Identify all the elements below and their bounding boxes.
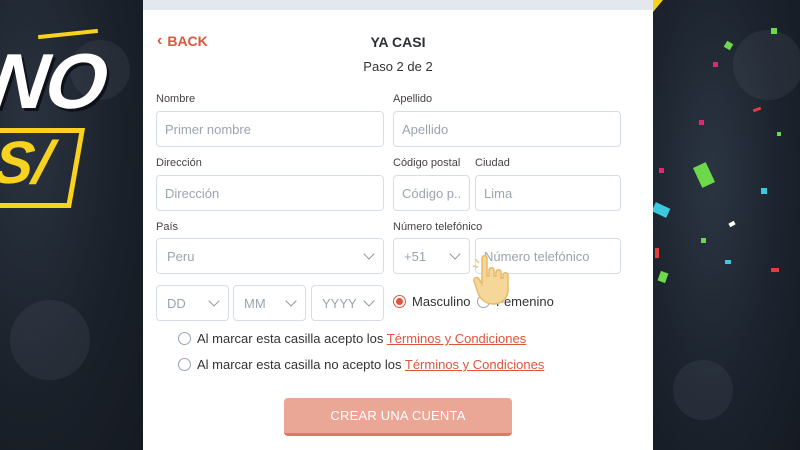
gender-male-label: Masculino	[412, 294, 471, 309]
last-name-field[interactable]	[393, 111, 621, 147]
address-field[interactable]	[156, 175, 384, 211]
postal-code-label: Código postal	[393, 157, 461, 169]
chevron-down-icon	[449, 248, 461, 260]
dob-day-value: DD	[167, 295, 186, 311]
gender-male-option[interactable]: Masculino	[393, 294, 471, 309]
create-account-button[interactable]: CREAR UNA CUENTA	[284, 398, 512, 436]
city-field[interactable]	[475, 175, 621, 211]
promo-text-bottom: S/	[0, 129, 56, 196]
terms-accept-link[interactable]: Términos y Condiciones	[387, 331, 526, 346]
chevron-down-icon	[208, 295, 220, 307]
hand-pointer-icon	[472, 254, 509, 305]
last-name-input[interactable]	[402, 121, 612, 137]
confetti-piece	[713, 62, 718, 67]
chevron-down-icon	[363, 248, 375, 260]
first-name-input[interactable]	[165, 121, 375, 137]
confetti-piece	[659, 168, 664, 173]
confetti-piece	[653, 202, 671, 218]
dob-year-value: YYYY	[322, 295, 357, 311]
terms-reject-prefix: Al marcar esta casilla no acepto los	[197, 357, 405, 372]
background-right-confetti	[653, 0, 800, 450]
phone-label: Número telefónico	[393, 221, 483, 233]
terms-reject-text: Al marcar esta casilla no acepto los Tér…	[197, 357, 544, 372]
radio-unselected-icon[interactable]	[178, 332, 191, 345]
confetti-piece	[699, 120, 704, 125]
address-label: Dirección	[156, 157, 202, 169]
chevron-down-icon	[285, 295, 297, 307]
bokeh-light	[673, 360, 733, 420]
radio-unselected-icon[interactable]	[178, 358, 191, 371]
first-name-label: Nombre	[156, 93, 196, 105]
dob-month-select[interactable]: MM	[233, 285, 306, 321]
panel-top-bar	[143, 0, 653, 10]
confetti-piece	[693, 162, 715, 188]
dob-year-select[interactable]: YYYY	[311, 285, 384, 321]
phone-prefix-value: +51	[404, 248, 427, 264]
postal-code-input[interactable]	[402, 185, 461, 201]
dob-day-select[interactable]: DD	[156, 285, 229, 321]
confetti-piece	[725, 260, 731, 264]
confetti-piece	[701, 238, 706, 243]
confetti-piece	[771, 28, 777, 34]
terms-reject-option[interactable]: Al marcar esta casilla no acepto los Tér…	[178, 357, 544, 372]
terms-accept-text: Al marcar esta casilla acepto los Términ…	[197, 331, 526, 346]
terms-accept-prefix: Al marcar esta casilla acepto los	[197, 331, 387, 346]
country-select[interactable]: Peru	[156, 238, 384, 274]
confetti-piece	[728, 220, 736, 228]
bokeh-light	[733, 30, 800, 100]
signup-panel: ‹ BACK YA CASI Paso 2 de 2 Nombre Apelli…	[143, 0, 653, 450]
chevron-down-icon	[363, 295, 375, 307]
confetti-piece	[655, 248, 659, 258]
address-input[interactable]	[165, 185, 375, 201]
dob-month-value: MM	[244, 295, 266, 311]
confetti-piece	[771, 268, 779, 272]
bokeh-light	[10, 300, 90, 380]
country-label: País	[156, 221, 179, 233]
promo-text-top: NO	[0, 37, 112, 125]
first-name-field[interactable]	[156, 111, 384, 147]
last-name-label: Apellido	[393, 93, 433, 105]
page-title: YA CASI	[370, 34, 426, 50]
postal-code-field[interactable]	[393, 175, 470, 211]
city-input[interactable]	[484, 185, 612, 201]
terms-reject-link[interactable]: Términos y Condiciones	[405, 357, 544, 372]
confetti-piece	[653, 0, 663, 12]
confetti-piece	[723, 40, 734, 51]
background-left-promo: NO S/	[0, 0, 143, 450]
confetti-piece	[777, 132, 781, 136]
confetti-piece	[657, 270, 669, 284]
country-selected-value: Peru	[167, 248, 195, 264]
confetti-piece	[761, 188, 767, 194]
phone-prefix-select[interactable]: +51	[393, 238, 470, 274]
radio-selected-icon[interactable]	[393, 295, 406, 308]
city-label: Ciudad	[475, 157, 510, 169]
step-indicator: Paso 2 de 2	[363, 59, 433, 74]
confetti-piece	[752, 106, 762, 113]
terms-accept-option[interactable]: Al marcar esta casilla acepto los Términ…	[178, 331, 526, 346]
